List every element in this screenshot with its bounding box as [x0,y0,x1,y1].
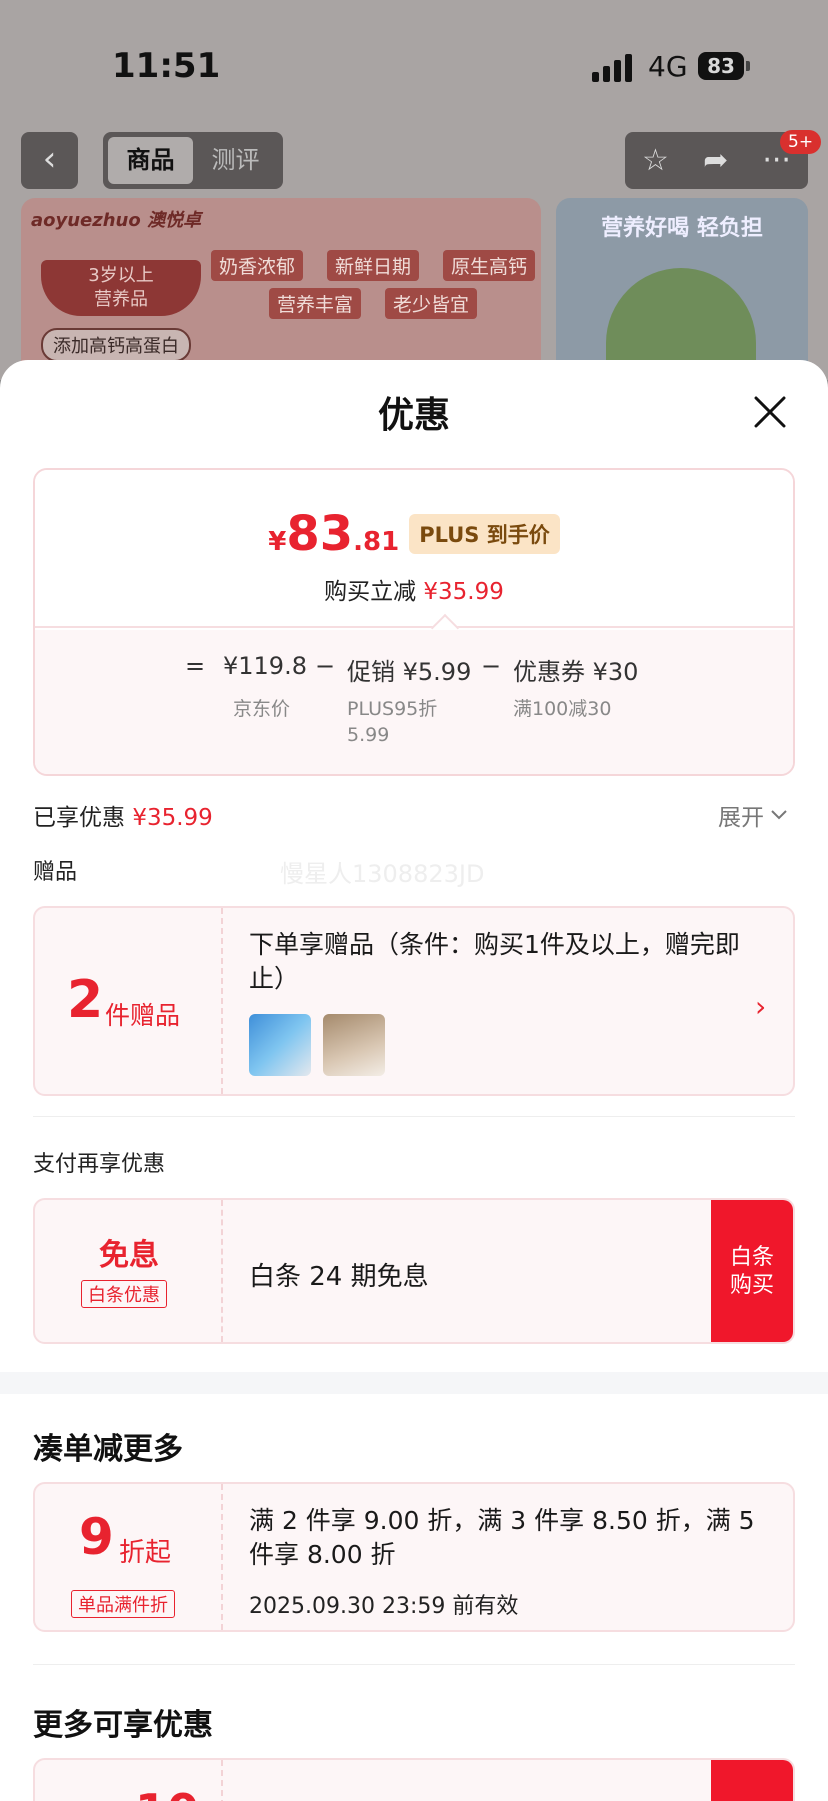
bundle-section-title: 凑单减更多 [33,1432,183,1467]
divider [33,1116,795,1117]
chevron-down-icon [771,810,787,820]
background-page: 11:51 4G 83 ‹ 商品 测评 ☆ ➦ ··· 5+ aoyuezhuo… [0,0,828,398]
more-discount-number: 10 [135,1784,199,1801]
discount-rules: 满 2 件享 9.00 折，满 3 件享 8.50 折，满 5 件享 8.00 … [249,1506,755,1569]
gift-card[interactable]: 2 件赠品 下单享赠品（条件：购买1件及以上，赠完即止） › [33,906,795,1096]
expand-label: 展开 [718,805,764,831]
gift-section-label: 赠品 [33,860,78,885]
status-time: 11:51 [112,46,221,86]
price-breakdown: = ¥119.8 − 促销 ¥5.99 − 优惠券 ¥30 京东价 PLUS95… [35,630,793,774]
price-decimal: .81 [353,527,400,557]
network-type: 4G [648,50,688,83]
chevron-right-icon[interactable]: › [755,990,766,1023]
nav-tabs: 商品 测评 [103,132,283,189]
minus-sign: − [481,652,502,680]
age-tag-text: 3岁以上 营养品 [88,265,154,310]
battery-icon: 83 [698,52,750,80]
watermark: 慢星人1308823JD [280,860,485,888]
discount-expiry: 2025.09.30 23:59 前有效 [249,1594,519,1619]
save-line: 购买立减 ¥35.99 [35,572,793,606]
divider [33,1664,795,1665]
banner-right-title: 营养好喝 轻负担 [601,216,763,241]
baitiao-buy-label: 白条 购买 [729,1245,774,1298]
save-label: 购买立减 [324,579,417,605]
gift-unit: 件赠品 [105,1001,181,1030]
close-icon[interactable] [752,394,788,430]
bundle-discount-card[interactable]: 9 折起 单品满件折 满 2 件享 9.00 折，满 3 件享 8.50 折，满… [33,1482,795,1632]
price-summary: ¥83.81 PLUS 到手价 购买立减 ¥35.99 [35,470,793,628]
enjoyed-label: 已享优惠 [33,805,125,831]
brand-logo: aoyuezhuo 澳悦卓 [31,210,202,231]
promo-label-line1: PLUS95折 [347,698,438,720]
sheet-title: 优惠 [377,395,450,436]
baitiao-tag: 白条优惠 [81,1280,167,1308]
baitiao-buy-button[interactable]: 白条 购买 [711,1200,793,1342]
gift-count: 2 [67,970,104,1030]
price-card: ¥83.81 PLUS 到手价 购买立减 ¥35.99 = ¥119.8 − 促… [33,468,795,776]
installment-text: 白条 24 期免息 [249,1262,429,1292]
interest-free-title: 免息 [99,1238,159,1273]
section-gap [0,1372,828,1394]
back-button[interactable]: ‹ [21,132,78,189]
plus-price-tag: PLUS 到手价 [409,514,560,554]
discount-unit: 折起 [119,1538,172,1568]
price-integer: 83 [286,506,354,562]
pay-section-label: 支付再享优惠 [33,1152,166,1177]
baitiao-card[interactable]: 免息 白条优惠 白条 24 期免息 白条 购买 [33,1198,795,1344]
discount-sheet: 优惠 ¥83.81 PLUS 到手价 购买立减 ¥35.99 = ¥119.8 … [0,360,828,1801]
more-section-title: 更多可享优惠 [33,1708,213,1743]
jd-price: ¥119.8 [223,652,307,680]
save-amount: ¥35.99 [423,579,504,605]
feature-tag: 老少皆宜 [385,288,478,319]
gift-title: 下单享赠品（条件：购买1件及以上，赠完即止） [249,930,740,993]
promo-label-line2: 5.99 [347,724,390,746]
discount-tag: 单品满件折 [71,1590,175,1618]
feature-tag: 原生高钙 [443,250,536,281]
jd-price-label: 京东价 [233,698,291,720]
price-currency: ¥ [268,527,287,557]
protein-tag: 添加高钙高蛋白 [41,328,191,362]
star-icon[interactable]: ☆ [642,143,669,178]
more-action-button[interactable] [711,1760,793,1801]
feature-tag: 新鲜日期 [327,250,420,281]
feature-tag: 奶香浓郁 [211,250,304,281]
gift-thumbnail-bottle[interactable] [323,1014,385,1076]
enjoyed-amount: ¥35.99 [132,805,213,831]
signal-icon [592,54,632,82]
gift-thumbnail-bag[interactable] [249,1014,311,1076]
equals-sign: = [185,652,206,680]
coupon-amount: 优惠券 ¥30 [513,658,639,686]
tab-product[interactable]: 商品 [108,137,193,184]
more-discount-card[interactable]: 10 [33,1758,795,1801]
expand-button[interactable]: 展开 [718,798,788,832]
message-badge: 5+ [780,130,822,154]
promo-label: PLUS95折 5.99 [347,696,437,748]
coupon-label: 满100减30 [513,698,612,720]
enjoyed-discount: 已享优惠 ¥35.99 [33,798,213,832]
promo-amount: 促销 ¥5.99 [347,658,472,686]
final-price: ¥83.81 [268,506,399,562]
age-tag: 3岁以上 营养品 [41,260,201,316]
tab-review[interactable]: 测评 [193,137,278,184]
feature-tag: 营养丰富 [269,288,362,319]
share-icon[interactable]: ➦ [703,143,728,178]
minus-sign: − [315,652,336,680]
discount-rate: 9 [79,1508,114,1566]
